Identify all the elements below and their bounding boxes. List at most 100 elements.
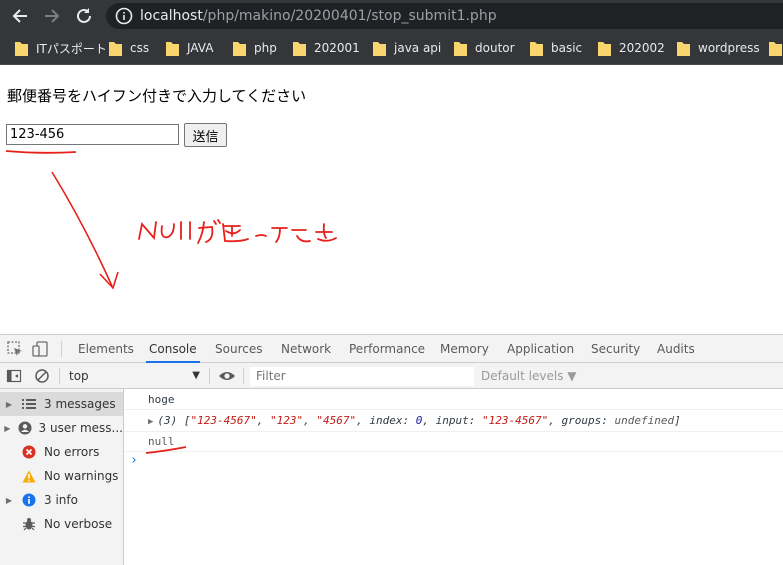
reload-icon (77, 8, 91, 23)
console-message-null: null (124, 432, 783, 452)
folder-icon (769, 41, 782, 56)
console-object: (3) ["123-4567", "123", "4567", index: 0… (157, 414, 681, 427)
device-toolbar-icon[interactable] (32, 340, 50, 358)
console-filter-input[interactable] (250, 367, 474, 386)
address-bar[interactable]: localhost/php/makino/20200401/stop_submi… (106, 3, 783, 29)
error-icon (21, 444, 37, 460)
array-item: "123-4567" (190, 414, 257, 427)
sidebar-toggle-icon[interactable] (6, 368, 22, 384)
folder-icon (109, 41, 122, 56)
sidebar-item-errors[interactable]: No errors (0, 440, 123, 464)
sidebar-item-info[interactable]: ▶ 3 info (0, 488, 123, 512)
tab-security[interactable]: Security (591, 335, 640, 363)
note-NULLが返った (138, 219, 337, 244)
user-icon (18, 420, 32, 436)
inspect-element-icon[interactable] (6, 340, 24, 358)
bookmark-java[interactable]: JAVA (166, 40, 213, 56)
url-text: localhost/php/makino/20200401/stop_submi… (140, 7, 497, 25)
bookmark-itpassport[interactable]: ITパスポート (15, 40, 107, 56)
console-text: hoge (148, 393, 175, 406)
toolbar-divider (59, 368, 60, 384)
bookmark-overflow[interactable] (769, 40, 783, 56)
bookmark-label: 202001 (314, 41, 360, 55)
handwritten-annotation (5, 150, 337, 290)
site-info-icon[interactable] (115, 7, 133, 25)
clear-console-icon[interactable] (34, 368, 50, 384)
bookmark-202001[interactable]: 202001 (293, 40, 360, 56)
folder-icon (15, 41, 28, 56)
sidebar-item-label: No warnings (44, 469, 119, 483)
bookmark-202002[interactable]: 202002 (598, 40, 665, 56)
expand-arrow-icon[interactable]: ▶ (2, 424, 13, 433)
eye-icon[interactable] (218, 368, 236, 384)
bookmark-label: css (130, 41, 150, 55)
console-prompt[interactable]: › (130, 451, 138, 471)
arrow-stroke (51, 171, 113, 287)
bookmark-label: java api (394, 41, 442, 55)
tab-elements[interactable]: Elements (78, 335, 134, 363)
tab-audits[interactable]: Audits (657, 335, 695, 363)
zip-code-input[interactable] (6, 124, 179, 145)
prop-key: groups: (561, 414, 608, 427)
sidebar-item-warnings[interactable]: No warnings (0, 464, 123, 488)
context-select[interactable]: top ▼ (64, 366, 204, 386)
array-item: "4567" (316, 414, 357, 427)
bookmark-label: basic (551, 41, 583, 55)
tab-application[interactable]: Application (507, 335, 574, 363)
bookmarks-bar: ITパスポート css JAVA php 202001 java api dou… (0, 32, 783, 65)
console-message-array[interactable]: ▶ (3) ["123-4567", "123", "4567", index: … (124, 410, 783, 432)
sidebar-item-messages[interactable]: ▶ 3 messages (0, 392, 123, 416)
sidebar-item-label: 3 user mess... (38, 421, 123, 435)
bookmark-label: wordpress (698, 41, 760, 55)
arrow-left-icon (12, 9, 27, 23)
url-host: localhost (140, 8, 203, 24)
folder-icon (677, 41, 690, 56)
bookmark-php[interactable]: php (233, 40, 277, 56)
bookmark-doutor[interactable]: doutor (454, 40, 515, 56)
url-path: /php/makino/20200401/stop_submit1.php (202, 8, 497, 24)
toolbar-divider (209, 368, 210, 384)
reload-button[interactable] (73, 5, 95, 27)
expand-arrow-icon[interactable]: ▶ (2, 496, 16, 505)
log-levels-dropdown[interactable]: Default levels ▼ (481, 363, 577, 389)
expand-arrow-icon[interactable]: ▶ (148, 417, 153, 427)
console-sidebar: ▶ 3 messages ▶ 3 user mess... No errors … (0, 389, 124, 565)
folder-icon (166, 41, 179, 56)
bookmark-label: 202002 (619, 41, 665, 55)
back-button[interactable] (9, 5, 31, 27)
tab-performance[interactable]: Performance (349, 335, 425, 363)
folder-icon (530, 41, 543, 56)
bookmark-basic[interactable]: basic (530, 40, 582, 56)
tab-memory[interactable]: Memory (440, 335, 489, 363)
prop-key: input: (435, 414, 476, 427)
sidebar-item-label: No verbose (44, 517, 113, 531)
folder-icon (454, 41, 467, 56)
sidebar-item-user-messages[interactable]: ▶ 3 user mess... (0, 416, 123, 440)
tab-console[interactable]: Console (146, 335, 200, 363)
browser-toolbar: localhost/php/makino/20200401/stop_submi… (0, 0, 783, 32)
array-count: (3) [ (157, 414, 191, 427)
bookmark-css[interactable]: css (109, 40, 149, 56)
folder-icon (598, 41, 611, 56)
forward-button[interactable] (41, 5, 63, 27)
expand-arrow-icon[interactable]: ▶ (2, 400, 16, 409)
array-close: ] (674, 414, 681, 427)
tab-network[interactable]: Network (281, 335, 331, 363)
console-toolbar: top ▼ Default levels ▼ (0, 363, 783, 389)
console-message-hoge: hoge (124, 389, 783, 410)
zip-prompt-label: 郵便番号をハイフン付きで入力してください (7, 87, 307, 105)
devtools-tab-bar: Elements Console Sources Network Perform… (0, 335, 783, 363)
prop-value: "123-4567" (482, 414, 549, 427)
bookmark-wordpress[interactable]: wordpress (677, 40, 760, 56)
folder-icon (373, 41, 386, 56)
bookmark-java-api[interactable]: java api (373, 40, 441, 56)
tab-sources[interactable]: Sources (215, 335, 262, 363)
prop-key: index: (369, 414, 410, 427)
bookmark-label: ITパスポート (36, 41, 107, 56)
sidebar-item-verbose[interactable]: No verbose (0, 512, 123, 536)
sidebar-item-label: 3 messages (44, 397, 116, 411)
submit-button[interactable]: 送信 (184, 123, 227, 147)
devtools-panel: Elements Console Sources Network Perform… (0, 334, 783, 565)
sidebar-item-label: No errors (44, 445, 100, 459)
folder-icon (233, 41, 246, 56)
